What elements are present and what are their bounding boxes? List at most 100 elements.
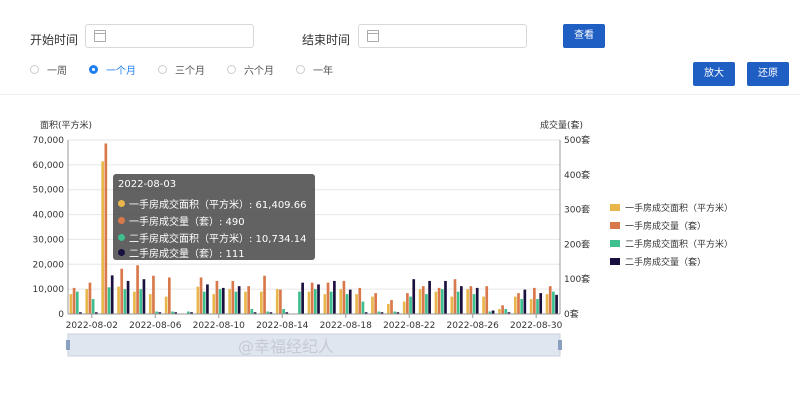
right-tick-label: 400套 bbox=[564, 169, 590, 181]
bar bbox=[196, 286, 200, 314]
left-tick-label: 60,000 bbox=[33, 161, 65, 171]
left-tick-label: 20,000 bbox=[33, 260, 65, 270]
legend-item[interactable]: 一手房成交量（套） bbox=[610, 216, 733, 234]
bar bbox=[206, 284, 209, 314]
bar bbox=[482, 296, 485, 314]
bar bbox=[520, 299, 523, 314]
bar bbox=[529, 299, 533, 314]
bar bbox=[428, 280, 431, 314]
legend-label: 一手房成交面积（平方米） bbox=[625, 203, 734, 214]
bar bbox=[345, 294, 349, 314]
bar bbox=[437, 287, 441, 314]
bar bbox=[555, 294, 558, 314]
x-tick-label: 2022-08-18 bbox=[320, 321, 373, 331]
legend-item[interactable]: 二手房成交面积（平方米） bbox=[610, 234, 733, 252]
bar bbox=[310, 282, 314, 314]
bar bbox=[409, 296, 412, 314]
bar bbox=[472, 294, 476, 314]
chart-legend: 一手房成交面积（平方米） 一手房成交量（套） 二手房成交面积（平方米） 二手房成交量（… bbox=[610, 198, 733, 270]
legend-item[interactable]: 二手房成交量（套） bbox=[610, 252, 733, 270]
bar bbox=[460, 286, 463, 314]
bar bbox=[390, 300, 393, 314]
bar bbox=[333, 280, 336, 314]
bar bbox=[244, 291, 247, 314]
x-tick-label: 2022-08-02 bbox=[66, 321, 118, 331]
bar bbox=[218, 289, 222, 314]
bar bbox=[250, 309, 254, 314]
bar bbox=[533, 287, 536, 314]
bar bbox=[548, 286, 552, 314]
bar bbox=[450, 296, 454, 314]
right-tick-label: 200套 bbox=[564, 238, 590, 250]
bar bbox=[517, 293, 520, 314]
bar bbox=[88, 282, 92, 314]
legend-label: 二手房成交面积（平方米） bbox=[625, 239, 734, 250]
bar bbox=[69, 294, 73, 314]
bar bbox=[475, 287, 479, 314]
tooltip-title: 2022-08-03 bbox=[118, 179, 177, 190]
bar bbox=[485, 286, 489, 314]
bar bbox=[418, 289, 422, 314]
tooltip-row: 二手房成交量（套）: 111 bbox=[118, 245, 245, 260]
zoom-handle-left bbox=[66, 340, 70, 350]
bar bbox=[456, 291, 460, 314]
tooltip-row: 二手房成交面积（平方米）: 10,734.14 bbox=[118, 230, 306, 245]
x-tick-label: 2022-08-14 bbox=[256, 321, 309, 331]
bar bbox=[133, 291, 136, 314]
bar bbox=[228, 289, 231, 314]
bar bbox=[139, 289, 143, 314]
bar bbox=[75, 291, 79, 314]
bar bbox=[434, 291, 438, 314]
bar bbox=[469, 286, 473, 314]
bar bbox=[126, 280, 130, 314]
bar bbox=[466, 289, 470, 314]
bar bbox=[329, 291, 333, 314]
bar bbox=[101, 161, 105, 314]
bar bbox=[110, 275, 114, 314]
bar bbox=[453, 279, 457, 314]
bar bbox=[536, 299, 539, 314]
legend-item[interactable]: 一手房成交面积（平方米） bbox=[610, 198, 733, 216]
bar bbox=[539, 293, 543, 314]
bar bbox=[123, 289, 127, 314]
bar bbox=[215, 280, 219, 314]
bar bbox=[212, 294, 216, 314]
right-axis-title: 成交量(套) bbox=[540, 119, 583, 131]
bar bbox=[358, 287, 362, 314]
bar bbox=[307, 291, 311, 314]
bar bbox=[247, 286, 251, 314]
bar bbox=[412, 279, 416, 314]
series-swatch bbox=[118, 217, 125, 224]
bar bbox=[202, 291, 206, 314]
left-tick-label: 70,000 bbox=[33, 136, 65, 146]
series-swatch bbox=[118, 234, 125, 241]
legend-label: 一手房成交量（套） bbox=[625, 221, 707, 232]
bar bbox=[348, 289, 352, 314]
x-tick-label: 2022-08-26 bbox=[447, 321, 500, 331]
bar bbox=[231, 280, 235, 314]
bar bbox=[317, 284, 320, 314]
bar bbox=[91, 299, 95, 314]
tooltip-row-text: 一手房成交面积（平方米）: 61,409.66 bbox=[129, 200, 307, 211]
bar bbox=[301, 282, 304, 314]
bar bbox=[504, 309, 508, 314]
bar bbox=[237, 286, 241, 314]
bar bbox=[282, 309, 285, 314]
bar bbox=[425, 294, 428, 314]
legend-swatch bbox=[610, 221, 620, 229]
bar bbox=[148, 294, 152, 314]
bar bbox=[234, 291, 238, 314]
bar bbox=[491, 310, 495, 314]
bar bbox=[326, 282, 330, 314]
x-tick-label: 2022-08-30 bbox=[510, 321, 563, 331]
bar bbox=[421, 286, 425, 314]
left-tick-label: 40,000 bbox=[33, 211, 65, 221]
bar bbox=[260, 291, 263, 314]
bar bbox=[263, 275, 266, 314]
bar bbox=[314, 289, 317, 314]
chart-tooltip: 2022-08-03 一手房成交面积（平方米）: 61,409.66 一手房成交… bbox=[113, 174, 315, 260]
legend-swatch bbox=[610, 203, 620, 211]
bar bbox=[85, 289, 89, 314]
bar bbox=[275, 289, 279, 314]
x-tick-label: 2022-08-22 bbox=[383, 321, 435, 331]
